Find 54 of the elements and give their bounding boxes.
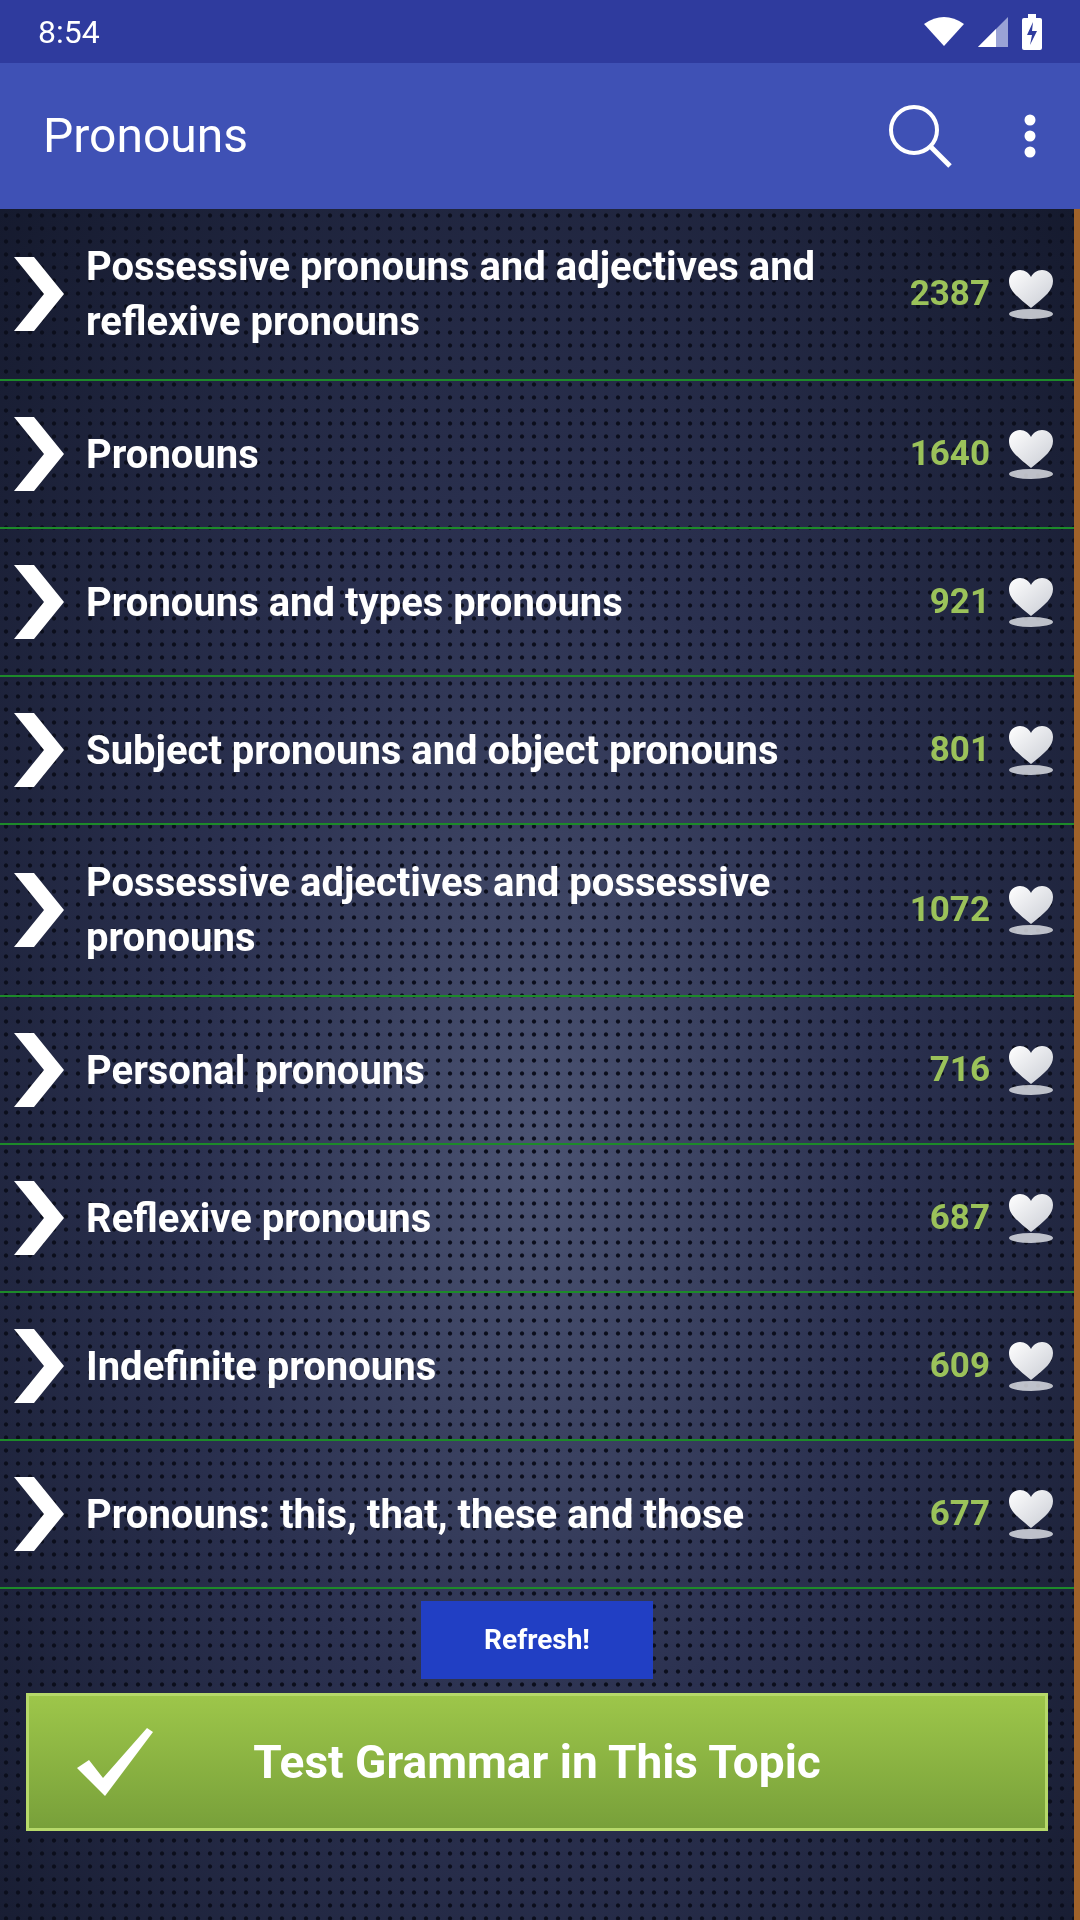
chevron-right-icon	[12, 1475, 66, 1553]
chevron-right-icon	[12, 871, 66, 949]
wifi-icon	[924, 15, 964, 48]
topic-count: 1640	[909, 431, 990, 476]
heart-icon[interactable]	[1006, 1192, 1056, 1244]
search-icon[interactable]	[887, 103, 953, 169]
topic-title: Indefinite pronouns	[86, 1341, 438, 1392]
battery-icon	[1022, 13, 1042, 50]
chevron-right-icon	[12, 1031, 66, 1109]
more-options-icon[interactable]	[1023, 114, 1037, 158]
topic-count: 1072	[909, 887, 990, 932]
topic-title: Pronouns: this, that, these and those	[86, 1489, 746, 1540]
heart-icon[interactable]	[1006, 724, 1056, 776]
topic-title: Possessive adjectives and possessive pronouns	[86, 858, 772, 963]
topic-count: 716	[929, 1047, 990, 1092]
topic-row[interactable]: Subject pronouns and object pronouns 801	[0, 677, 1074, 825]
heart-icon[interactable]	[1006, 428, 1056, 480]
heart-icon[interactable]	[1006, 884, 1056, 936]
topic-count: 921	[929, 579, 990, 624]
chevron-right-icon	[12, 1179, 66, 1257]
topic-row[interactable]: Possessive adjectives and possessive pronouns 1072	[0, 825, 1074, 997]
topic-row[interactable]: Pronouns: this, that, these and those 677	[0, 1441, 1074, 1589]
topic-row[interactable]: Reflexive pronouns 687	[0, 1145, 1074, 1293]
topic-title: Reflexive pronouns	[86, 1193, 433, 1244]
topic-row[interactable]: Pronouns 1640	[0, 381, 1074, 529]
topic-count: 687	[929, 1195, 990, 1240]
checkmark-icon	[77, 1728, 153, 1796]
screen-title: Pronouns	[43, 106, 250, 166]
topic-row[interactable]: Indefinite pronouns 609	[0, 1293, 1074, 1441]
topic-title: Subject pronouns and object pronouns	[86, 725, 780, 776]
heart-icon[interactable]	[1006, 1044, 1056, 1096]
chevron-right-icon	[12, 1327, 66, 1405]
heart-icon[interactable]	[1006, 1340, 1056, 1392]
topic-count: 2387	[909, 271, 990, 316]
refresh-button[interactable]: Refresh!	[421, 1601, 653, 1679]
chevron-right-icon	[12, 711, 66, 789]
topic-title: Personal pronouns	[86, 1045, 426, 1096]
topic-row[interactable]: Personal pronouns 716	[0, 997, 1074, 1145]
topic-row[interactable]: Pronouns and types pronouns 921	[0, 529, 1074, 677]
signal-icon	[978, 16, 1008, 47]
chevron-right-icon	[12, 415, 66, 493]
heart-icon[interactable]	[1006, 576, 1056, 628]
topic-count: 801	[929, 727, 990, 772]
topic-row[interactable]: Possessive pronouns and adjectives and reflexive pronouns 2387	[0, 209, 1074, 381]
heart-icon[interactable]	[1006, 268, 1056, 320]
status-time: 8:54	[38, 11, 100, 53]
topic-title: Possessive pronouns and adjectives and reflexive pronouns	[86, 242, 817, 347]
topic-count: 609	[929, 1343, 990, 1388]
chevron-right-icon	[12, 255, 66, 333]
topic-title: Pronouns and types pronouns	[86, 577, 624, 628]
heart-icon[interactable]	[1006, 1488, 1056, 1540]
topic-title: Pronouns	[86, 429, 260, 480]
topic-count: 677	[929, 1491, 990, 1536]
chevron-right-icon	[12, 563, 66, 641]
